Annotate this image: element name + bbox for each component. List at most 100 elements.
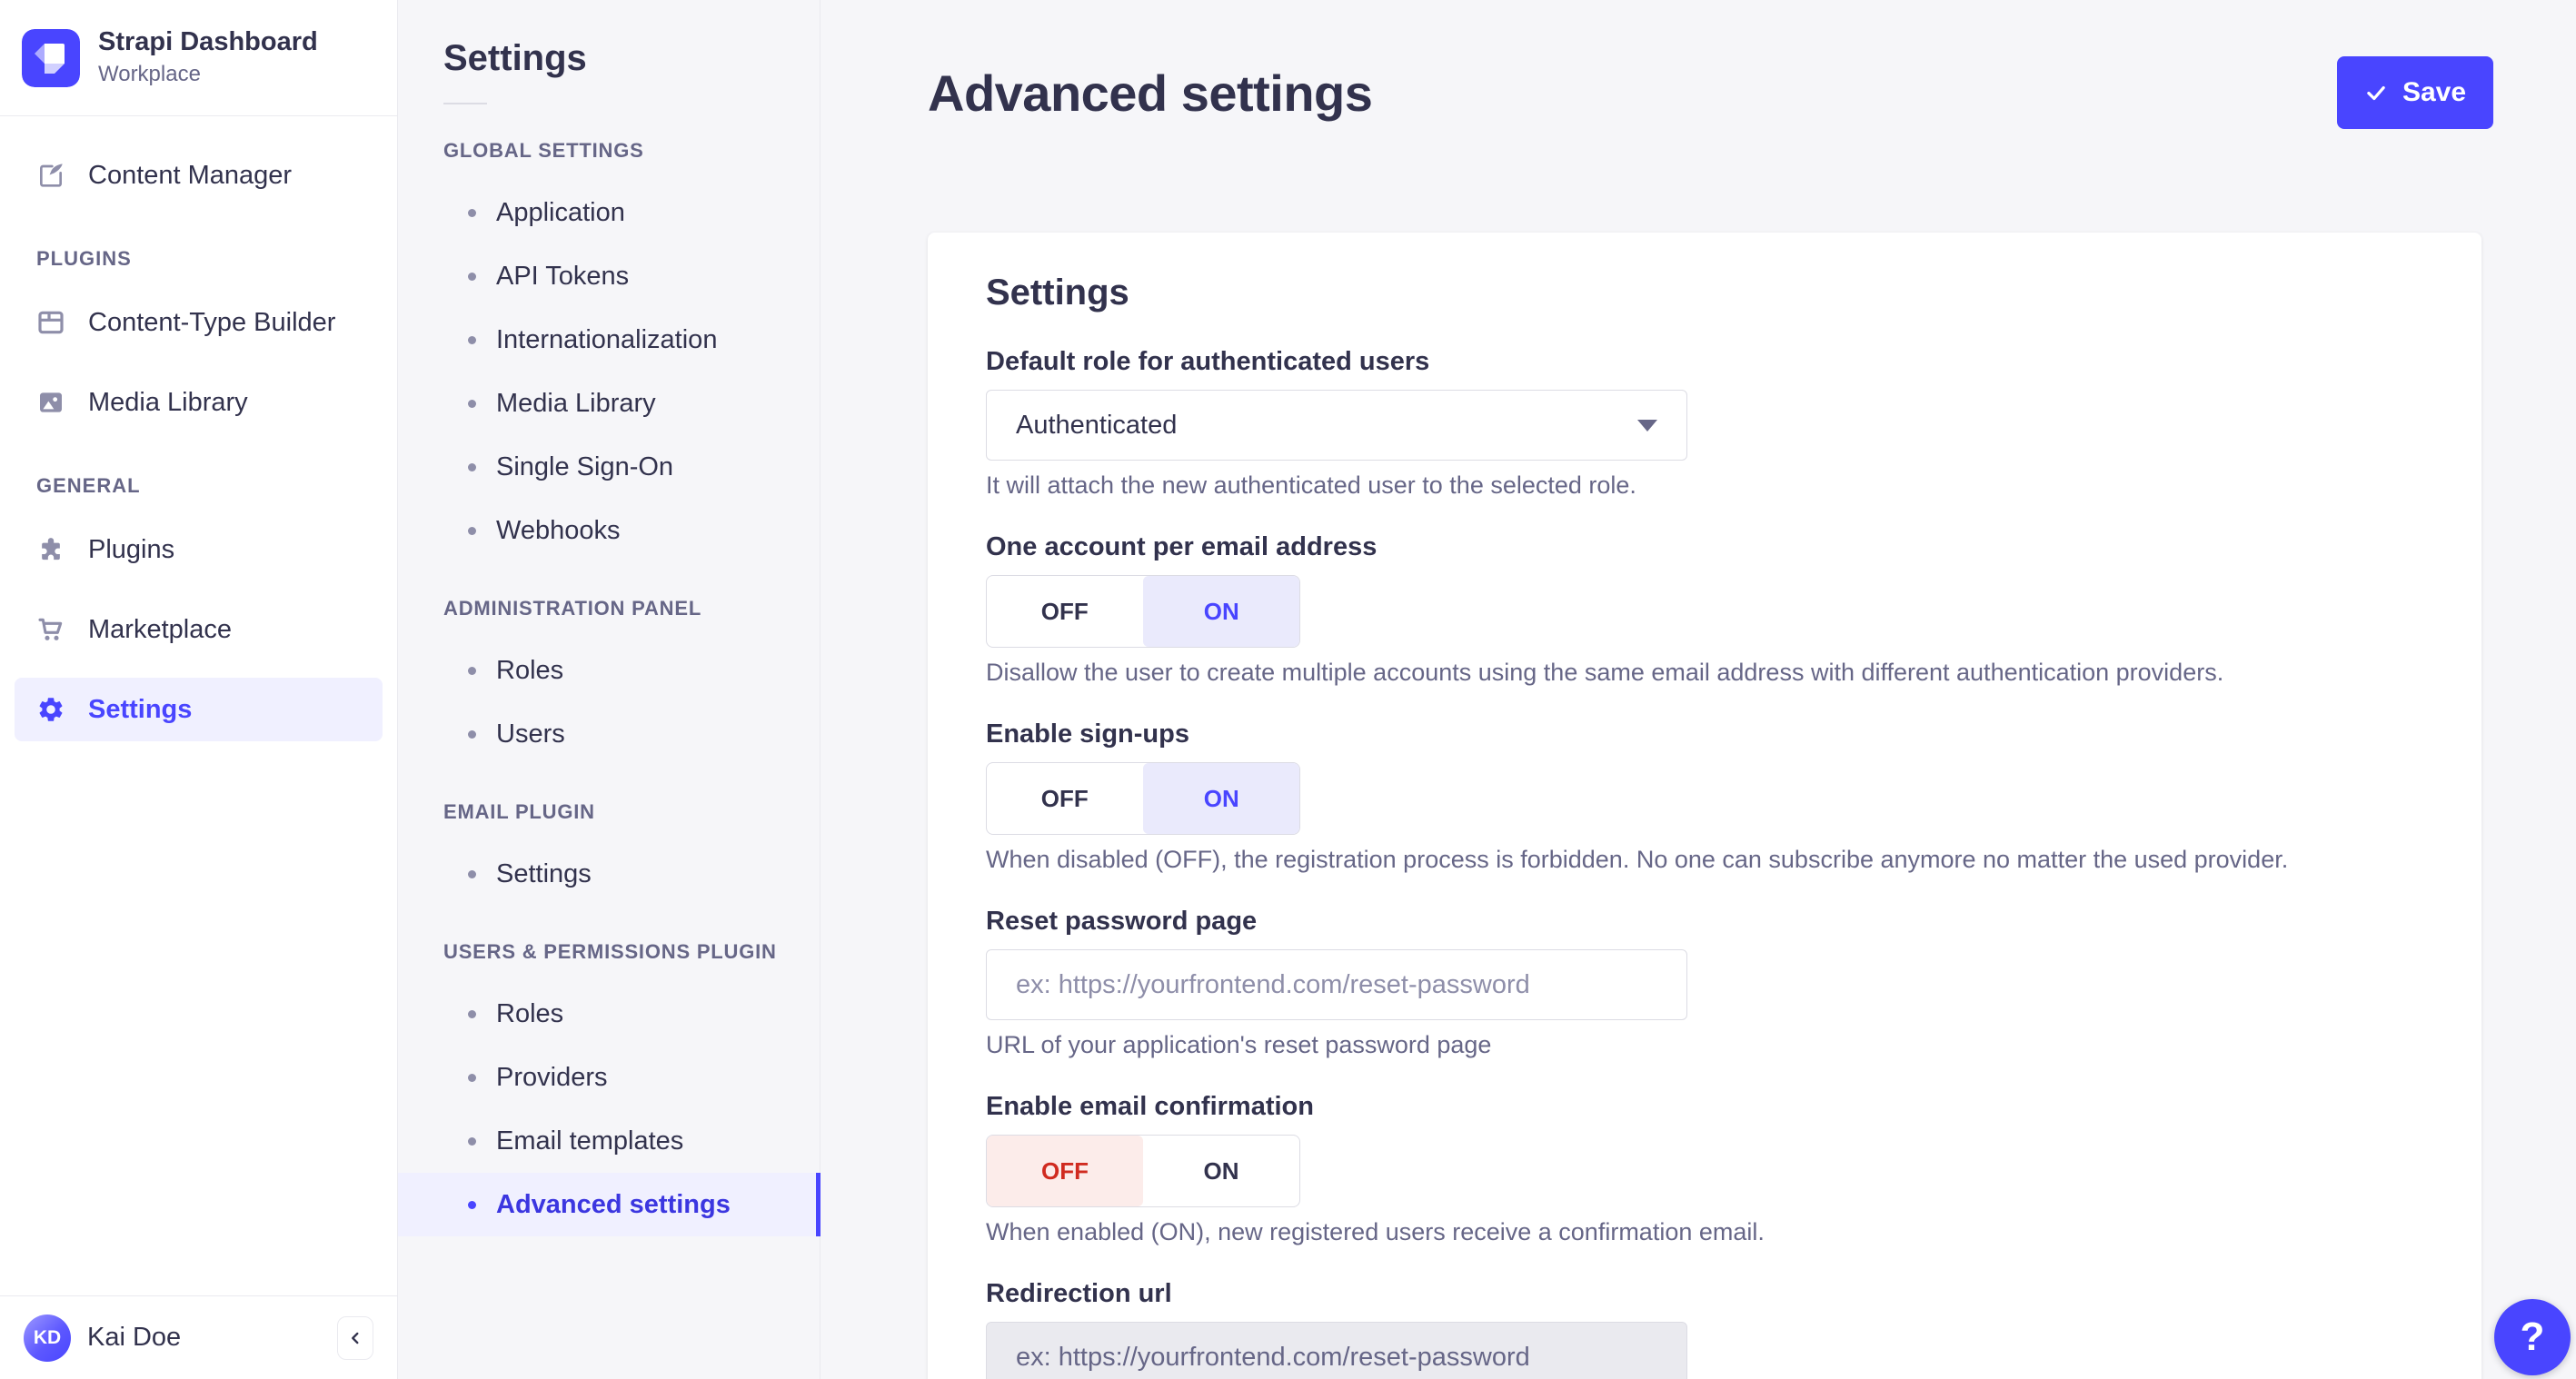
- avatar[interactable]: KD: [24, 1314, 71, 1362]
- field-hint: Disallow the user to create multiple acc…: [986, 659, 2224, 686]
- subnav-item-label: Settings: [496, 858, 592, 888]
- settings-subnav: Settings GLOBAL SETTINGS Application API…: [398, 0, 821, 1379]
- email-confirmation-toggle: OFF ON: [986, 1135, 1300, 1207]
- subnav-item-label: Internationalization: [496, 324, 718, 354]
- subnav-item-label: Roles: [496, 998, 564, 1028]
- main-content: Advanced settings Save Settings Default …: [821, 0, 2576, 1379]
- brand-text: Strapi Dashboard Workplace: [98, 26, 318, 88]
- subnav-item-advanced-settings[interactable]: Advanced settings: [398, 1173, 821, 1236]
- bullet-icon: [468, 1136, 476, 1146]
- subnav-item-single-sign-on[interactable]: Single Sign-On: [398, 435, 820, 499]
- field-label: Reset password page: [986, 907, 1258, 936]
- toggle-on-option[interactable]: ON: [1142, 576, 1299, 647]
- subnav-item-up-roles[interactable]: Roles: [398, 982, 820, 1046]
- subnav-item-label: Webhooks: [496, 515, 621, 545]
- subnav-item-media-library[interactable]: Media Library: [398, 372, 820, 435]
- divider: [443, 103, 487, 104]
- field-label: Redirection url: [986, 1279, 1172, 1308]
- subnav-item-admin-users[interactable]: Users: [398, 702, 820, 766]
- primary-sidebar: Strapi Dashboard Workplace Content Manag…: [0, 0, 398, 1379]
- subnav-item-internationalization[interactable]: Internationalization: [398, 308, 820, 372]
- page-title: Advanced settings: [928, 64, 1373, 122]
- toggle-off-option[interactable]: OFF: [987, 763, 1143, 834]
- sidebar-footer: KD Kai Doe: [0, 1295, 397, 1379]
- sidebar-item-content-manager[interactable]: Content Manager: [15, 144, 383, 207]
- bullet-icon: [468, 869, 476, 878]
- field-default-role: Default role for authenticated users Aut…: [986, 347, 2423, 500]
- field-label: Enable email confirmation: [986, 1092, 1314, 1121]
- bullet-icon: [468, 462, 476, 471]
- strapi-logo-icon: [22, 28, 80, 87]
- subnav-item-label: Roles: [496, 655, 564, 685]
- bullet-icon: [468, 1073, 476, 1082]
- field-hint: When disabled (OFF), the registration pr…: [986, 846, 2289, 873]
- bullet-icon: [468, 666, 476, 675]
- gear-icon: [36, 695, 65, 724]
- toggle-on-option[interactable]: ON: [1142, 763, 1299, 834]
- workspace-subtitle: Workplace: [98, 62, 201, 87]
- workspace-switcher[interactable]: Strapi Dashboard Workplace: [0, 0, 397, 116]
- subnav-item-label: Providers: [496, 1062, 608, 1092]
- subnav-item-webhooks[interactable]: Webhooks: [398, 499, 820, 562]
- bullet-icon: [468, 1200, 476, 1209]
- check-icon: [2367, 85, 2385, 101]
- field-one-account: One account per email address OFF ON Dis…: [986, 532, 2423, 687]
- subnav-item-admin-roles[interactable]: Roles: [398, 639, 820, 702]
- sidebar-item-plugins[interactable]: Plugins: [15, 518, 383, 581]
- cart-icon: [36, 615, 65, 644]
- field-hint: It will attach the new authenticated use…: [986, 471, 1636, 499]
- subnav-item-email-templates[interactable]: Email templates: [398, 1109, 820, 1173]
- reset-password-input[interactable]: [986, 949, 1687, 1020]
- page-header: Advanced settings Save: [928, 56, 2493, 129]
- field-email-confirmation: Enable email confirmation OFF ON When en…: [986, 1092, 2423, 1246]
- bullet-icon: [468, 729, 476, 739]
- sidebar-item-content-type-builder[interactable]: Content-Type Builder: [15, 291, 383, 354]
- help-button[interactable]: ?: [2494, 1299, 2571, 1375]
- subnav-section-users-permissions-plugin: USERS & PERMISSIONS PLUGIN: [443, 940, 777, 963]
- bullet-icon: [468, 208, 476, 217]
- subnav-section-global-settings: GLOBAL SETTINGS: [443, 139, 644, 162]
- media-library-icon: [36, 388, 65, 417]
- workspace-title: Strapi Dashboard: [98, 26, 318, 56]
- subnav-item-providers[interactable]: Providers: [398, 1046, 820, 1109]
- field-label: Enable sign-ups: [986, 719, 1189, 749]
- sidebar-section-general: GENERAL: [36, 474, 141, 497]
- redirection-url-input: [986, 1322, 1687, 1379]
- subnav-item-api-tokens[interactable]: API Tokens: [398, 244, 820, 308]
- field-sign-ups: Enable sign-ups OFF ON When disabled (OF…: [986, 719, 2423, 874]
- sidebar-item-label: Content Manager: [88, 160, 293, 190]
- one-account-toggle: OFF ON: [986, 575, 1300, 648]
- subnav-item-email-settings[interactable]: Settings: [398, 842, 820, 906]
- bullet-icon: [468, 399, 476, 408]
- sidebar-section-plugins: PLUGINS: [36, 247, 132, 270]
- sidebar-item-media-library[interactable]: Media Library: [15, 371, 383, 434]
- save-button-label: Save: [2402, 77, 2467, 107]
- app-root: Strapi Dashboard Workplace Content Manag…: [0, 0, 2576, 1379]
- subnav-item-label: Advanced settings: [496, 1189, 731, 1219]
- default-role-select[interactable]: Authenticated: [986, 390, 1687, 461]
- field-reset-password: Reset password page URL of your applicat…: [986, 907, 2423, 1059]
- field-redirection-url: Redirection url: [986, 1279, 2423, 1379]
- toggle-on-option[interactable]: ON: [1143, 1136, 1299, 1206]
- subnav-section-administration-panel: ADMINISTRATION PANEL: [443, 597, 702, 620]
- save-button[interactable]: Save: [2337, 56, 2493, 129]
- sidebar-item-label: Marketplace: [88, 614, 232, 644]
- settings-card: Settings Default role for authenticated …: [928, 233, 2482, 1379]
- field-hint: When enabled (ON), new registered users …: [986, 1218, 1765, 1245]
- toggle-off-option[interactable]: OFF: [987, 1136, 1143, 1206]
- user-name: Kai Doe: [87, 1323, 182, 1352]
- sidebar-item-label: Media Library: [88, 387, 248, 417]
- collapse-sidebar-button[interactable]: [337, 1315, 373, 1360]
- sidebar-item-settings[interactable]: Settings: [15, 678, 383, 741]
- field-label: Default role for authenticated users: [986, 347, 1430, 376]
- subnav-item-application[interactable]: Application: [398, 181, 820, 244]
- field-hint: URL of your application's reset password…: [986, 1031, 1492, 1058]
- sidebar-item-label: Content-Type Builder: [88, 307, 336, 337]
- toggle-off-option[interactable]: OFF: [987, 576, 1143, 647]
- sidebar-item-marketplace[interactable]: Marketplace: [15, 598, 383, 661]
- subnav-item-label: Media Library: [496, 388, 656, 418]
- chevron-left-icon: [352, 1332, 359, 1344]
- puzzle-icon: [36, 535, 65, 564]
- sidebar-item-label: Settings: [88, 694, 193, 724]
- subnav-item-label: API Tokens: [496, 261, 630, 291]
